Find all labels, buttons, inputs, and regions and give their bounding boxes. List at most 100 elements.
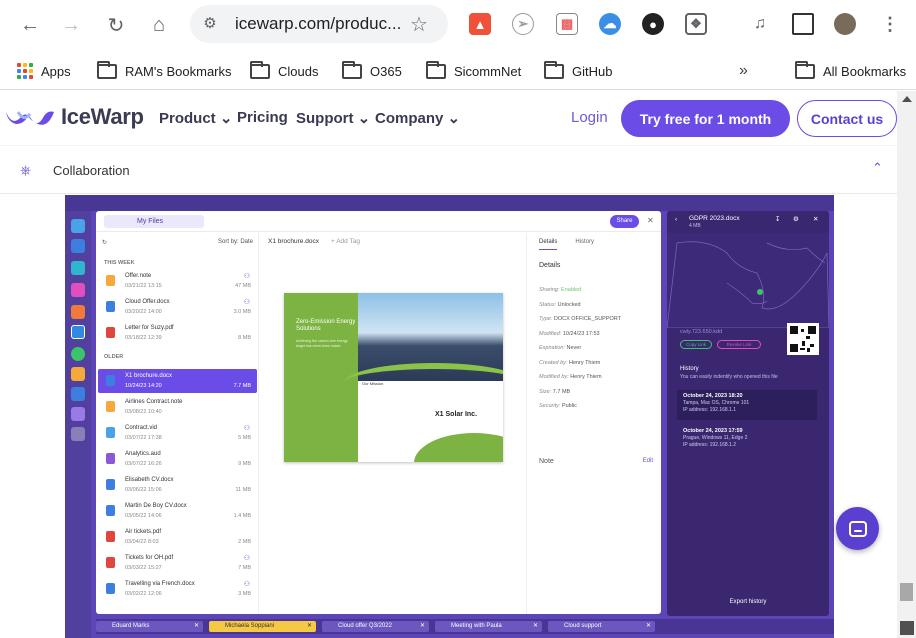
file-date: 10/24/23 14:20 xyxy=(125,383,162,389)
files-toolbar: My Files Share ✕ xyxy=(96,211,661,232)
nav-product[interactable]: Product ⌄ xyxy=(159,109,232,127)
apps-grid-icon xyxy=(17,63,33,79)
file-type-icon xyxy=(106,557,115,568)
file-row: Airlines Contract.note 03/08/22 10:40 xyxy=(98,395,257,419)
profile-avatar[interactable] xyxy=(834,13,856,35)
edit-link: Edit xyxy=(642,458,653,464)
swift-extension-icon[interactable]: ▲ xyxy=(469,13,491,35)
file-row: Travelling via French.docx 03/02/22 12:06… xyxy=(98,577,257,601)
file-type-icon xyxy=(106,505,115,516)
chevron-down-icon: ⌄ xyxy=(447,110,461,127)
icewarp-logo-icon[interactable] xyxy=(4,108,56,128)
panel-header: ‹ GDPR 2023.docx 4 MB ↧ ⚙ ✕ xyxy=(667,211,829,233)
calendar-icon xyxy=(71,283,85,297)
address-bar[interactable]: ⚙ icewarp.com/produc... ☆ xyxy=(190,5,448,43)
section-older: OLDER xyxy=(104,354,124,360)
file-name: Contract.vid xyxy=(125,425,158,431)
bookmark-rams-bookmarks[interactable]: RAM's Bookmarks xyxy=(97,60,232,82)
nav-company[interactable]: Company ⌄ xyxy=(375,109,460,127)
shared-icon: ⚇ xyxy=(243,273,250,280)
detail-row: Modified: 10/24/23 17:53 xyxy=(539,330,600,337)
close-icon: ✕ xyxy=(532,623,538,629)
extensions-puzzle-icon[interactable]: ❖ xyxy=(685,13,707,35)
compass-extension-icon[interactable]: ➢ xyxy=(512,13,534,35)
file-size: 3 MB xyxy=(238,591,251,597)
file-row: Letter for Suzy.pdf 03/18/22 12:39 8 MB xyxy=(98,321,257,345)
contacts-icon xyxy=(71,239,85,253)
brand-name[interactable]: IceWarp xyxy=(61,104,144,130)
file-row: Air tickets.pdf 03/04/22 8:03 2 MB xyxy=(98,525,257,549)
file-type-icon xyxy=(106,301,115,312)
tasks-icon xyxy=(71,305,85,319)
file-type-icon xyxy=(106,275,115,286)
nav-pricing[interactable]: Pricing xyxy=(237,109,288,126)
app-screenshot: My Files Share ✕ ↻ Sort by: Date THIS WE… xyxy=(65,195,834,638)
task-tab: Meeting with Paula ✕ xyxy=(435,621,542,632)
scroll-down-arrow-icon[interactable] xyxy=(900,621,914,635)
file-row: Martin De Boy CV.docx 03/05/22 14:06 1.4 M… xyxy=(98,499,257,523)
more-bookmarks-chevron-icon[interactable]: » xyxy=(739,60,748,82)
chat-widget-button[interactable] xyxy=(836,507,879,550)
chevron-up-icon[interactable]: ⌃ xyxy=(872,160,883,176)
detail-row: Security: Public xyxy=(539,403,577,409)
contact-us-button[interactable]: Contact us xyxy=(797,100,897,137)
forward-arrow-icon[interactable]: → xyxy=(58,12,84,38)
file-size: 7 MB xyxy=(238,565,251,571)
media-controls-icon[interactable]: ♫ xyxy=(749,13,771,35)
back-arrow-icon[interactable]: ← xyxy=(17,12,43,38)
bookmark-clouds[interactable]: Clouds xyxy=(250,60,318,82)
file-date: 03/06/22 15:06 xyxy=(125,487,162,493)
share-link-text: cwly.723.650.kdd xyxy=(680,329,723,335)
panel-file-title: GDPR 2023.docx xyxy=(689,215,740,222)
bookmark-o365[interactable]: O365 xyxy=(342,60,402,82)
subnav-label: Collaboration xyxy=(53,163,130,178)
product-subnav[interactable]: ⎈ Collaboration ⌃ xyxy=(0,146,897,194)
brochure-page: Zero-Emission Energy Solutions Achieving… xyxy=(284,293,503,462)
folder-icon xyxy=(97,60,117,79)
shared-icon: ⚇ xyxy=(243,425,250,432)
home-icon[interactable]: ⌂ xyxy=(146,12,172,38)
download-icon: ↧ xyxy=(775,216,781,223)
url-text[interactable]: icewarp.com/produc... xyxy=(235,14,401,34)
bookmark-star-icon[interactable]: ☆ xyxy=(410,12,428,37)
file-size: 2 MB xyxy=(238,539,251,545)
check-icon xyxy=(71,347,85,361)
file-date: 03/07/22 16:26 xyxy=(125,461,162,467)
cloud-extension-icon[interactable]: ☁ xyxy=(599,13,621,35)
file-name: Air tickets.pdf xyxy=(125,529,162,535)
file-type-icon xyxy=(106,401,115,412)
try-free-button[interactable]: Try free for 1 month xyxy=(621,100,790,137)
file-size: 3.0 MB xyxy=(233,309,251,315)
bookmark-all-bookmarks[interactable]: All Bookmarks xyxy=(795,60,906,82)
bookmark-apps[interactable]: Apps xyxy=(17,60,71,82)
mail-icon xyxy=(71,219,85,233)
sort-dropdown: Sort by: Date xyxy=(217,239,253,245)
page-scrollbar[interactable] xyxy=(897,91,916,638)
reload-icon[interactable]: ↻ xyxy=(103,12,129,38)
scroll-up-arrow-icon[interactable] xyxy=(902,96,912,102)
chat-rail-icon xyxy=(71,407,85,421)
ninja-extension-icon[interactable]: ● xyxy=(642,13,664,35)
app-taskbar: Eduard Marks ✕ Michaela Soppiani ✕ Cloud o… xyxy=(96,619,834,634)
file-date: 03/04/22 8:03 xyxy=(125,539,159,545)
share-button: Share xyxy=(610,215,639,228)
bookmark-sicommnet[interactable]: SicommNet xyxy=(426,60,521,82)
close-icon: ✕ xyxy=(645,623,651,629)
browser-menu-icon[interactable]: ⋮ xyxy=(879,13,901,35)
folder-icon xyxy=(544,60,564,79)
gallery-extension-icon[interactable]: ▩ xyxy=(556,13,578,35)
site-settings-icon[interactable]: ⚙ xyxy=(200,14,220,34)
nav-support[interactable]: Support ⌄ xyxy=(296,109,370,127)
document-preview: X1 brochure.docx + Add Tag Zero-Emission … xyxy=(260,233,524,614)
back-icon: ‹ xyxy=(675,216,678,223)
brochure-mission: Our Mission xyxy=(362,381,384,386)
login-link[interactable]: Login xyxy=(571,109,608,126)
bookmark-github[interactable]: GitHub xyxy=(544,60,612,82)
task-tab: Cloud support ✕ xyxy=(548,621,655,632)
scrollbar-thumb[interactable] xyxy=(900,583,913,601)
share-link-panel: ‹ GDPR 2023.docx 4 MB ↧ ⚙ ✕ cwly.723.650… xyxy=(667,211,829,616)
file-date: 03/20/22 14:00 xyxy=(125,309,162,315)
side-panel-icon[interactable] xyxy=(792,13,814,35)
preview-title: X1 brochure.docx + Add Tag xyxy=(268,238,360,245)
close-icon: ✕ xyxy=(813,216,819,223)
